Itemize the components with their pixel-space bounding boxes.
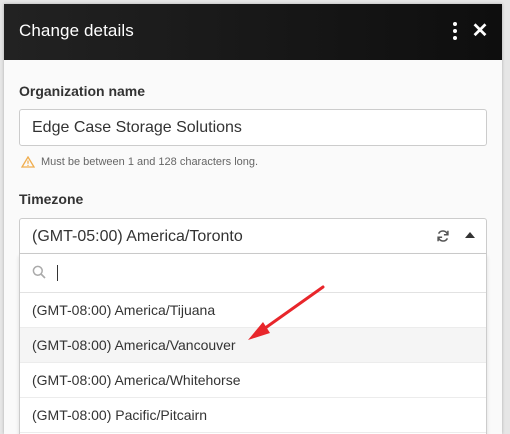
org-name-label: Organization name: [19, 83, 146, 99]
dialog-title: Change details: [19, 21, 134, 40]
kebab-icon[interactable]: [450, 22, 460, 40]
close-icon[interactable]: ✕: [470, 20, 490, 42]
dialog-body: Organization name Must be between 1 and …: [4, 60, 502, 434]
dropdown-search: [20, 254, 486, 293]
dialog-header: Change details ✕: [4, 4, 502, 60]
timezone-option-whitehorse[interactable]: (GMT-08:00) America/Whitehorse: [20, 363, 486, 398]
timezone-select[interactable]: (GMT-05:00) America/Toronto: [19, 218, 487, 254]
org-name-input[interactable]: [19, 109, 487, 146]
search-icon: [32, 265, 46, 279]
timezone-label: Timezone: [19, 191, 84, 207]
timezone-search-input[interactable]: [52, 261, 472, 285]
org-name-hint-text: Must be between 1 and 128 characters lon…: [41, 156, 259, 168]
refresh-icon[interactable]: [436, 229, 450, 243]
change-details-dialog: Change details ✕ Organization name Must …: [4, 4, 502, 434]
timezone-dropdown: (GMT-08:00) America/Tijuana (GMT-08:00) …: [19, 254, 487, 434]
text-cursor: [57, 265, 58, 281]
warning-icon: [21, 156, 35, 168]
timezone-selected-value: (GMT-05:00) America/Toronto: [32, 228, 243, 245]
timezone-option-pitcairn[interactable]: (GMT-08:00) Pacific/Pitcairn: [20, 398, 486, 433]
timezone-option-vancouver[interactable]: (GMT-08:00) America/Vancouver: [20, 328, 486, 363]
timezone-option-tijuana[interactable]: (GMT-08:00) America/Tijuana: [20, 293, 486, 328]
org-name-hint: Must be between 1 and 128 characters lon…: [21, 156, 258, 168]
caret-up-icon[interactable]: [465, 232, 475, 238]
